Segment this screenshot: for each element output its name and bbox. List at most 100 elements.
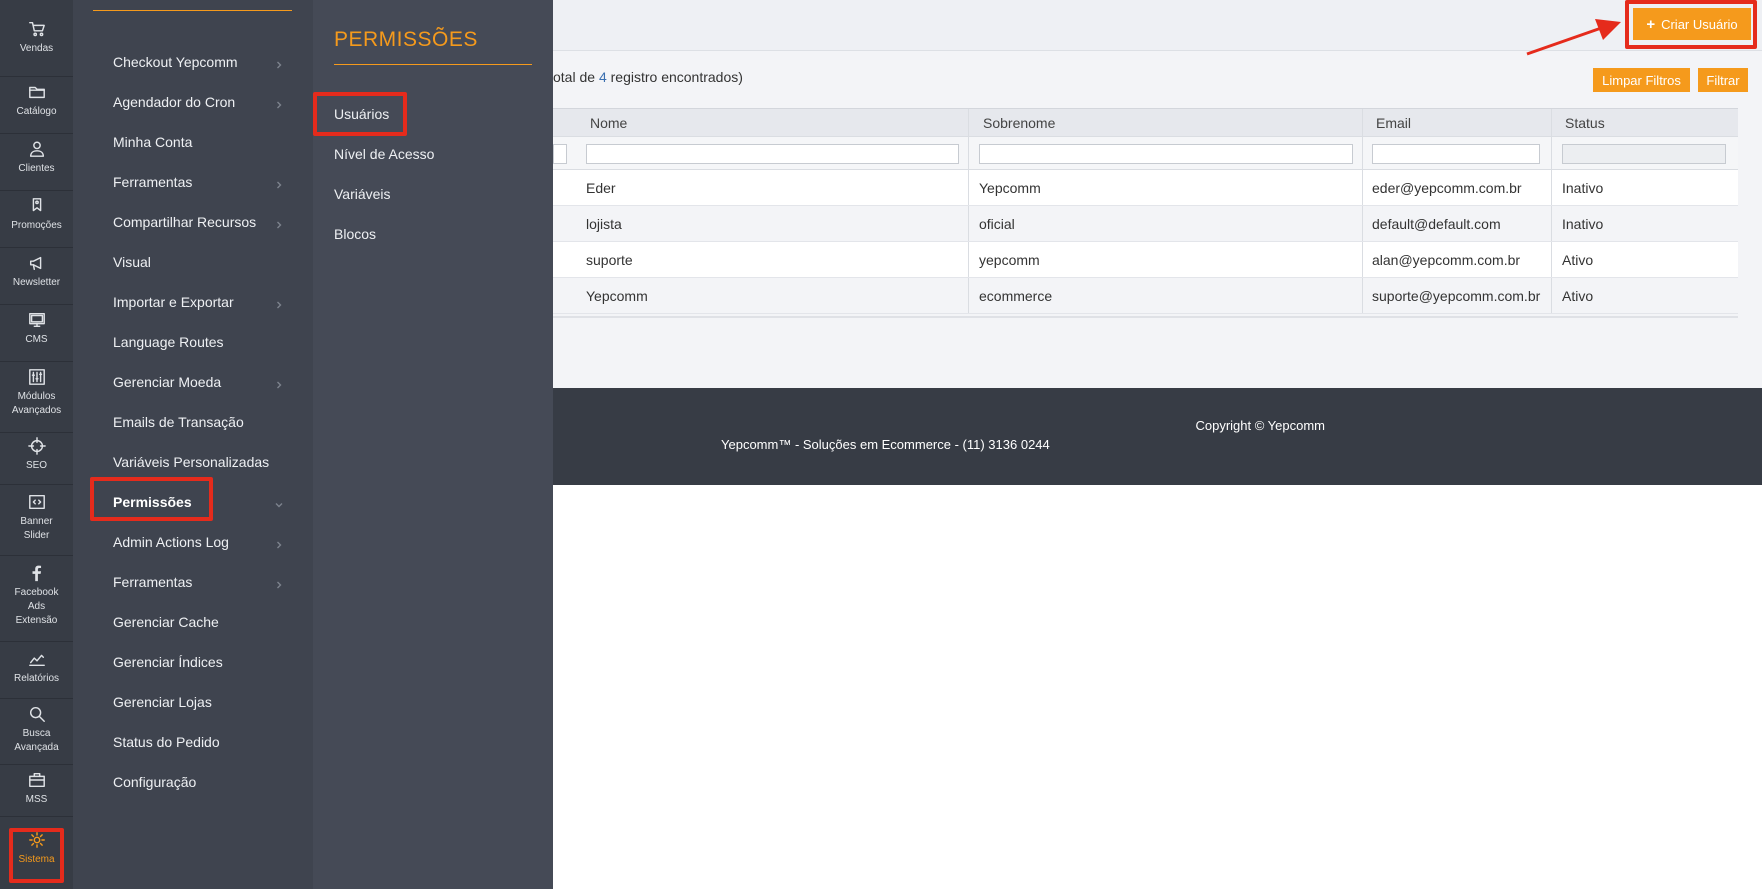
submenu-item-variaveis[interactable]: Variáveis [334,182,391,206]
menu-item[interactable]: Language Routes [73,322,313,362]
submenu-item-usuarios[interactable]: Usuários [334,102,389,126]
menu-item[interactable]: Agendador do Cron [73,82,313,122]
briefcase-icon [28,772,45,788]
column-separator [1551,137,1552,169]
menu-item-label: Variáveis Personalizadas [113,454,270,470]
table-header: Nome Sobrenome Email Status [553,108,1738,136]
column-separator [1362,170,1363,205]
rail-item-catalogo[interactable]: Catálogo [0,77,73,134]
rail-item-banner-slider[interactable]: Banner Slider [0,485,73,556]
menu-item[interactable]: Admin Actions Log [73,522,313,562]
column-header-email[interactable]: Email [1376,109,1411,137]
rail-item-modulos-avancados[interactable]: Módulos Avançados [0,362,73,433]
table-row[interactable]: suporte yepcomm alan@yepcomm.com.br Ativo [553,242,1738,278]
column-separator [1551,242,1552,277]
filter-input-email[interactable] [1372,144,1540,164]
rail-item-vendas[interactable]: Vendas [0,20,73,77]
footer: Copyright © Yepcomm Yepcomm™ - Soluções … [553,388,1762,485]
trend-chart-icon [28,654,45,667]
clear-filters-button[interactable]: Limpar Filtros [1593,68,1690,92]
main-area: + Criar Usuário otal de 4 registro encon… [553,0,1762,889]
create-user-button[interactable]: + Criar Usuário [1633,8,1751,40]
cell-status: Ativo [1562,252,1594,268]
cell-sobrenome: Yepcomm [979,180,1041,196]
menu-item[interactable]: Gerenciar Cache [73,602,313,642]
rail-item-seo[interactable]: SEO [0,433,73,485]
menu-item[interactable]: Gerenciar Lojas [73,682,313,722]
users-grid-area: otal de 4 registro encontrados) Limpar F… [553,51,1762,388]
rail-item-clientes[interactable]: Clientes [0,134,73,191]
chevron-right-icon [275,216,283,229]
menu-item[interactable]: Status do Pedido [73,722,313,762]
menu-item[interactable]: Minha Conta [73,122,313,162]
column-separator [1551,206,1552,241]
rail-label: Newsletter [12,277,61,288]
cell-email: default@default.com [1372,216,1501,232]
menu-item[interactable]: Variáveis Personalizadas [73,442,313,482]
rail-item-facebook-ads[interactable]: Facebook Ads Extensão [0,556,73,642]
filter-input-status[interactable] [1562,144,1726,164]
menu-item-label: Admin Actions Log [113,534,229,550]
rail-item-sistema[interactable]: Sistema [0,829,73,886]
column-separator [1362,278,1363,313]
column-separator [968,137,969,169]
filter-button[interactable]: Filtrar [1698,68,1748,92]
menu-item[interactable]: Gerenciar Índices [73,642,313,682]
cell-nome: suporte [586,252,633,268]
cell-status: Inativo [1562,180,1604,196]
chevron-right-icon [275,576,283,589]
facebook-icon [32,565,41,582]
menu-item[interactable]: Ferramentas [73,562,313,602]
menu-item-label: Agendador do Cron [113,94,236,110]
column-separator [968,278,969,313]
menu-item[interactable]: Importar e Exportar [73,282,313,322]
menu-item[interactable]: Visual [73,242,313,282]
menu-item-label: Compartilhar Recursos [113,214,257,230]
rail-item-newsletter[interactable]: Newsletter [0,248,73,305]
rail-item-cms[interactable]: CMS [0,305,73,362]
menu-item[interactable]: Checkout Yepcomm [73,42,313,82]
chevron-down-icon [275,496,283,508]
cell-email: suporte@yepcomm.com.br [1372,288,1541,304]
menu-item[interactable]: Compartilhar Recursos [73,202,313,242]
menu-item-label: Minha Conta [113,134,193,150]
menu-item[interactable]: Ferramentas [73,162,313,202]
top-bar: + Criar Usuário [553,0,1762,51]
menu-item[interactable]: Permissões [73,482,313,522]
rail-label: Promoções [11,220,62,231]
column-header-nome[interactable]: Nome [590,109,627,137]
icon-rail: Vendas Catálogo Clientes Promoções Newsl… [0,0,73,889]
table-row[interactable]: lojista oficial default@default.com Inativo [553,206,1738,242]
submenu-item-blocos[interactable]: Blocos [334,222,376,246]
filter-input-id[interactable] [553,144,567,164]
rail-item-busca-avancada[interactable]: Busca Avançada [0,699,73,765]
rail-item-promocoes[interactable]: Promoções [0,191,73,248]
cell-nome: Yepcomm [586,288,648,304]
table-row[interactable]: Yepcomm ecommerce suporte@yepcomm.com.br At… [553,278,1738,314]
table-row[interactable]: Eder Yepcomm eder@yepcomm.com.br Inativo [553,170,1738,206]
cell-sobrenome: oficial [979,216,1015,232]
menu-item[interactable]: Configuração [73,762,313,802]
filter-input-sobrenome[interactable] [979,144,1353,164]
column-separator [968,170,969,205]
sliders-icon [28,369,45,385]
cell-sobrenome: yepcomm [979,252,1040,268]
menu-top-line [93,10,292,11]
menu-item-label: Ferramentas [113,574,193,590]
rail-item-mss[interactable]: MSS [0,765,73,817]
menu-item-label: Configuração [113,774,197,790]
column-header-sobrenome[interactable]: Sobrenome [983,109,1055,137]
column-header-status[interactable]: Status [1565,109,1605,137]
rail-label: Módulos Avançados [11,391,62,416]
table-bottom-border [553,316,1738,318]
menu-item[interactable]: Gerenciar Moeda [73,362,313,402]
cart-icon [28,21,45,37]
menu-item[interactable]: Emails de Transação [73,402,313,442]
rail-item-relatorios[interactable]: Relatórios [0,642,73,699]
gear-icon [28,832,45,848]
submenu-item-nivel-acesso[interactable]: Nível de Acesso [334,142,434,166]
filter-input-nome[interactable] [586,144,959,164]
records-count: otal de 4 registro encontrados) [553,69,743,85]
menu-item-label: Gerenciar Moeda [113,374,222,390]
code-box-icon [28,494,45,510]
